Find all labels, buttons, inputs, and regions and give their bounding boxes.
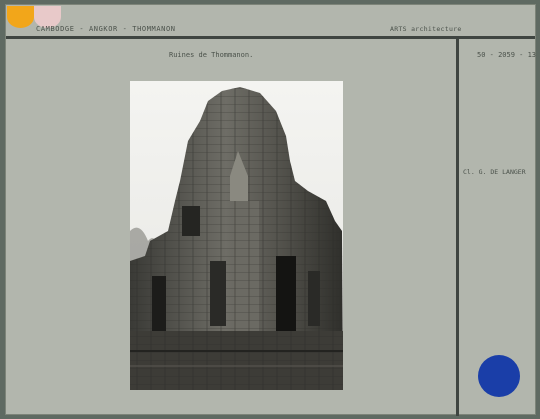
category-label: ARTS architecture	[390, 25, 462, 33]
photo-credit: Cl. G. DE LANGER	[463, 168, 526, 176]
archive-card: CAMBODGE - ANGKOR - THOMMANON ARTS archi…	[5, 4, 537, 416]
card-header: CAMBODGE - ANGKOR - THOMMANON ARTS archi…	[6, 5, 535, 39]
reference-number: 50 - 2059 - 13	[477, 51, 537, 59]
photo-caption: Ruines de Thommanon.	[169, 51, 254, 59]
temple-photograph	[130, 81, 343, 390]
blue-sticker-icon	[478, 355, 520, 397]
location-label: CAMBODGE - ANGKOR - THOMMANON	[36, 25, 176, 33]
column-divider	[456, 39, 459, 416]
temple-ruins-image	[130, 81, 343, 390]
